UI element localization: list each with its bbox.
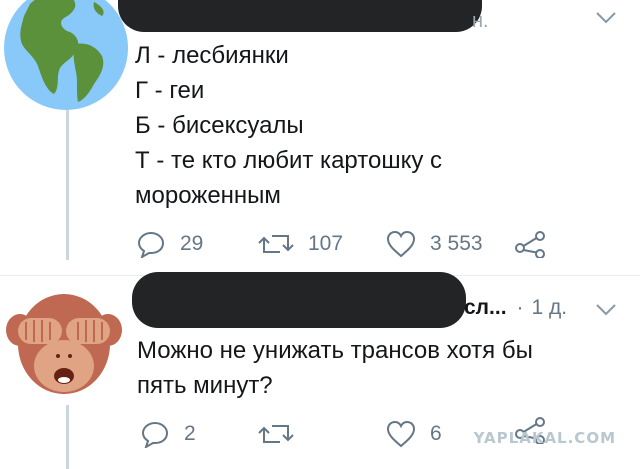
thread-connector — [66, 405, 69, 469]
tweet-line: пять минут? — [137, 372, 273, 399]
heart-icon — [386, 420, 416, 448]
tweet-line: Л - лесбиянки — [135, 42, 289, 69]
tweet-body: Л - лесбиянки Г - геи Б - бисексуалы Т -… — [135, 38, 442, 213]
retweet-button[interactable] — [258, 420, 294, 448]
redacted-username — [118, 0, 482, 32]
tweet-menu-button[interactable] — [594, 302, 618, 323]
reply-bubble-icon — [141, 421, 169, 448]
globe-americas-icon — [4, 0, 128, 110]
tweet-line: Т - те кто любит картошку с — [135, 147, 443, 174]
tweet-header-tail: н. — [472, 10, 489, 32]
tweet-line: Г - геи — [135, 77, 205, 104]
like-button[interactable]: 6 — [386, 420, 442, 448]
like-count: 3 553 — [430, 232, 483, 255]
handle-tail: сл... — [464, 296, 507, 319]
retweet-icon — [258, 235, 294, 253]
like-button[interactable]: 3 553 — [386, 230, 483, 258]
avatar-monkey[interactable] — [6, 292, 122, 402]
like-count: 6 — [430, 422, 442, 445]
retweet-button[interactable]: 107 — [258, 230, 343, 258]
reply-bubble-icon — [137, 231, 165, 258]
watermark: YAPLAKAL.COM — [473, 429, 616, 447]
reply-button[interactable]: 2 — [140, 420, 196, 448]
see-no-evil-monkey-icon — [6, 294, 122, 394]
share-button[interactable] — [514, 230, 546, 258]
retweet-icon — [258, 425, 294, 443]
tweet-menu-button[interactable] — [594, 10, 618, 31]
separator-dot: · — [516, 296, 524, 319]
tweet-body: Можно не унижать трансов хотя бы пять ми… — [137, 333, 533, 403]
reply-button[interactable]: 29 — [136, 230, 203, 258]
avatar-globe[interactable] — [2, 0, 130, 112]
share-icon — [515, 231, 545, 258]
tweet-header: сл... · 1 д. — [464, 296, 567, 320]
thread-connector — [66, 110, 69, 260]
tweet-line: Б - бисексуалы — [135, 112, 304, 139]
chevron-down-icon — [596, 12, 616, 24]
tweet-line: Можно не унижать трансов хотя бы — [137, 337, 533, 364]
redacted-username — [132, 272, 466, 328]
chevron-down-icon — [596, 304, 616, 316]
reply-count: 2 — [184, 422, 196, 445]
retweet-count: 107 — [308, 232, 344, 255]
reply-count: 29 — [180, 232, 204, 255]
tweet-line: мороженным — [135, 182, 281, 209]
tweet-timestamp[interactable]: 1 д. — [532, 296, 568, 320]
heart-icon — [386, 230, 416, 258]
